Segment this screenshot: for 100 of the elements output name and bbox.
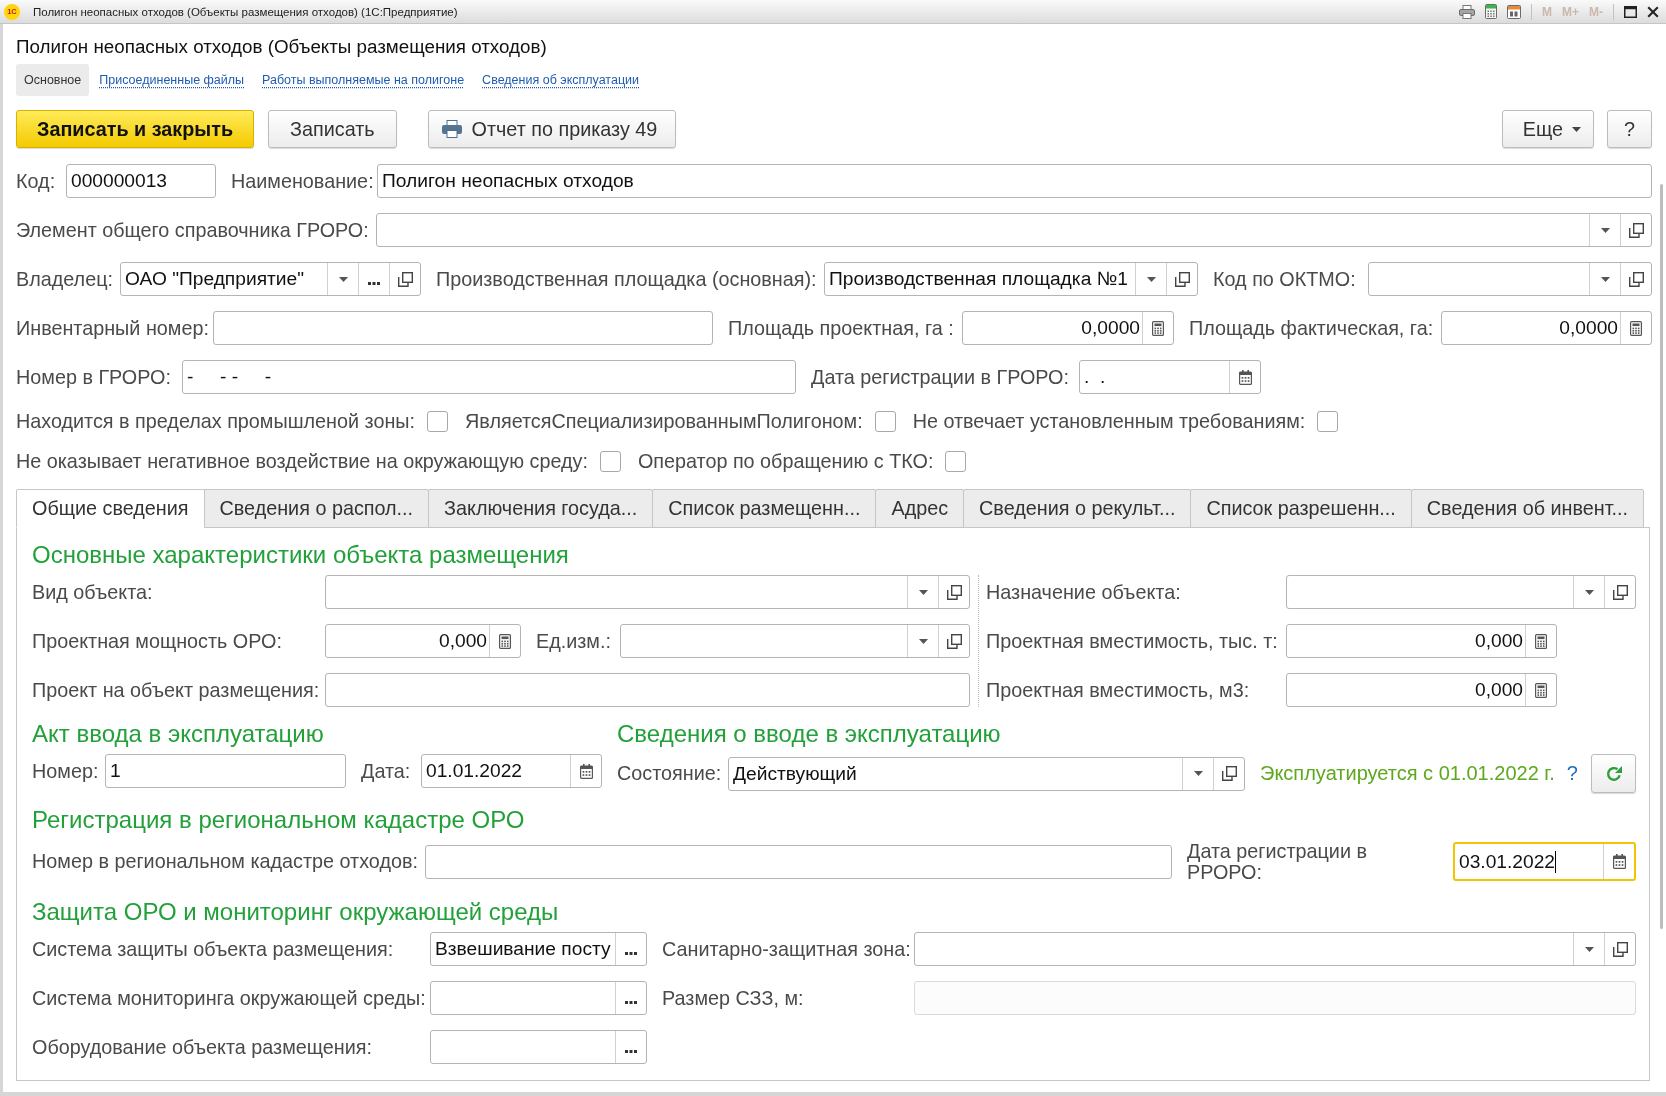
checkbox-label: ЯвляетсяСпециализированнымПолигоном: [465, 409, 863, 433]
close-icon[interactable] [1647, 5, 1659, 18]
field-label: Проектная мощность ОРО: [32, 629, 282, 653]
tab[interactable]: Сведения об инвент... [1410, 489, 1645, 528]
field-label: Оборудование объекта размещения: [32, 1035, 372, 1059]
choice-field[interactable] [430, 1030, 647, 1064]
text-field[interactable] [213, 311, 713, 345]
calculator-icon[interactable] [1485, 4, 1497, 19]
overlapping-squares-icon [1221, 766, 1237, 781]
dropdown-field[interactable] [1368, 262, 1652, 296]
section-heading: Защита ОРО и мониторинг окружающей среды [32, 898, 559, 926]
caret-icon [1600, 227, 1610, 233]
calendar-icon [1238, 369, 1252, 385]
save-button[interactable]: Записать [268, 110, 397, 148]
caret-icon [1193, 771, 1203, 776]
checkbox[interactable] [874, 410, 896, 432]
field-label: Владелец: [16, 267, 113, 291]
maximize-icon[interactable] [1624, 5, 1637, 18]
overlapping-squares-icon [397, 271, 413, 287]
section-link[interactable]: Сведения об эксплуатации [474, 64, 648, 96]
ellipsis-icon [368, 281, 380, 285]
tab[interactable]: Заключения госуда... [428, 489, 654, 528]
tab[interactable]: Сведения о рекульт... [963, 489, 1192, 528]
scrollbar[interactable] [1660, 184, 1663, 929]
section-link[interactable]: Присоединенные файлы [91, 64, 253, 96]
text-field[interactable]: - - - - [182, 360, 796, 394]
overlapping-squares-icon [1174, 271, 1190, 287]
date-field[interactable]: 03.01.2022 [1453, 842, 1636, 881]
tab[interactable]: Список разрешенн... [1190, 489, 1412, 528]
more-button[interactable]: Еще [1501, 110, 1594, 148]
overlapping-squares-icon [1612, 584, 1628, 600]
choice-field[interactable]: Взвешивание посту [430, 932, 647, 966]
checkbox-label: Не отвечает установленным требованиям: [912, 409, 1306, 433]
dropdown-field[interactable] [1286, 575, 1636, 609]
field-label: Инвентарный номер: [16, 316, 209, 340]
section-link[interactable]: Основное [16, 64, 90, 96]
overlapping-squares-icon [1612, 941, 1628, 957]
text-field[interactable]: 000000013 [66, 164, 216, 198]
number-field[interactable]: 0,0000 [962, 311, 1174, 345]
caret-icon [918, 589, 928, 595]
number-field[interactable]: 0,000 [325, 624, 521, 658]
date-field[interactable]: 01.01.2022 [421, 754, 602, 788]
section-heading: Основные характеристики объекта размещения [32, 541, 569, 569]
text-field[interactable] [425, 844, 1172, 879]
date-field[interactable]: . . [1079, 360, 1261, 394]
checkbox[interactable] [599, 450, 621, 472]
field-label: Код по ОКТМО: [1213, 267, 1356, 291]
field-label: Размер СЗЗ, м: [662, 986, 804, 1010]
field-label: Площадь проектная, га : [728, 316, 954, 340]
section-heading: Сведения о вводе в эксплуатацию [617, 720, 1001, 748]
field-label: Площадь фактическая, га: [1189, 316, 1434, 340]
calculator-icon [1535, 682, 1547, 698]
text-field[interactable]: Полигон неопасных отходов [377, 164, 1652, 198]
caret-icon [1600, 276, 1610, 282]
refresh-button[interactable] [1591, 754, 1636, 793]
field-label: Элемент общего справочника ГРОРО: [16, 218, 369, 242]
checkbox[interactable] [1317, 410, 1339, 432]
tab[interactable]: Общие сведения [16, 489, 205, 528]
help-link[interactable]: ? [1566, 762, 1578, 785]
help-button[interactable]: ? [1607, 110, 1652, 148]
field-label: Система мониторинга окружающей среды: [32, 986, 426, 1010]
field-label: Производственная площадка (основная): [436, 267, 817, 291]
calculator-icon [1630, 320, 1642, 336]
caret-icon [1572, 126, 1581, 132]
dropdown-field[interactable] [376, 213, 1652, 247]
number-field[interactable]: 0,0000 [1441, 311, 1652, 345]
choice-field[interactable] [430, 981, 647, 1015]
dropdown-field[interactable]: Производственная площадка №1 [824, 262, 1198, 296]
dropdown-field[interactable] [325, 575, 970, 609]
ellipsis-icon [625, 951, 637, 955]
text-field[interactable] [325, 673, 970, 707]
text-field[interactable]: 1 [105, 754, 346, 788]
printer-icon[interactable] [1459, 4, 1475, 19]
overlapping-squares-icon [946, 584, 962, 600]
number-field[interactable]: 0,000 [1286, 624, 1557, 658]
dropdown-field[interactable]: Действующий [728, 756, 1245, 791]
checkbox-label: Оператор по обращению с ТКО: [637, 449, 934, 473]
dropdown-field[interactable] [620, 624, 970, 658]
dropdown-field[interactable]: ОАО "Предприятие" [120, 262, 421, 296]
checkbox[interactable] [427, 410, 449, 432]
calculator-icon [499, 633, 511, 649]
printer-icon [441, 120, 462, 138]
field-label: Дата: [361, 759, 411, 783]
tab[interactable]: Список размещенн... [652, 489, 877, 528]
tab[interactable]: Сведения о распол... [203, 489, 430, 528]
calendar-icon[interactable] [1507, 4, 1521, 19]
print-report-button[interactable]: Отчет по приказу 49 [427, 110, 677, 148]
number-field[interactable]: 0,000 [1286, 673, 1557, 707]
field-label: Дата регистрации в РРОРО: [1187, 840, 1368, 883]
field-label: Проектная вместимость, тыс. т: [986, 629, 1278, 653]
section-heading: Регистрация в региональном кадастре ОРО [32, 806, 525, 834]
section-link[interactable]: Работы выполняемые на полигоне [254, 64, 473, 96]
tab[interactable]: Адрес [875, 489, 965, 528]
checkbox[interactable] [945, 450, 967, 472]
save-and-close-button[interactable]: Записать и закрыть [16, 110, 255, 148]
refresh-icon [1604, 764, 1623, 783]
field-label: Ед.изм.: [536, 629, 611, 653]
dropdown-field[interactable] [914, 932, 1636, 966]
caret-icon [1146, 276, 1156, 282]
status-text: Эксплуатируется с 01.01.2022 г. [1260, 762, 1555, 785]
